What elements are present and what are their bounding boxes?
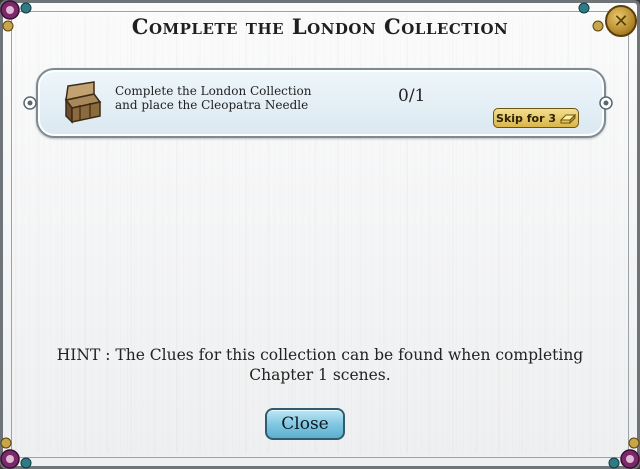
close-button-label: Close [281,414,329,434]
close-icon: ✕ [613,10,629,32]
skip-button-label: Skip for 3 [496,111,556,125]
skip-quest-button[interactable]: Skip for 3 [493,108,579,128]
hint-line-1: HINT : The Clues for this collection can… [56,346,584,364]
gold-bar-icon [559,113,576,124]
quest-progress: 0/1 [398,86,426,106]
close-dialog-button[interactable]: ✕ [605,5,637,37]
hint-line-2: Chapter 1 scenes. [249,366,391,384]
panel-left-cap-ornament [23,96,37,110]
dialog-title: Complete the London Collection [131,14,509,39]
quest-description: Complete the London Collection and place… [115,84,345,112]
corner-ornament-bottom-right [608,437,640,469]
panel-right-cap-ornament [599,96,613,110]
quest-description-line-1: Complete the London Collection [115,84,312,98]
hint-text: HINT : The Clues for this collection can… [20,345,620,385]
close-button[interactable]: Close [265,408,345,440]
quest-description-line-2: and place the Cleopatra Needle [115,98,309,112]
corner-ornament-bottom-left [0,437,32,469]
treasure-chest-icon [64,81,102,124]
